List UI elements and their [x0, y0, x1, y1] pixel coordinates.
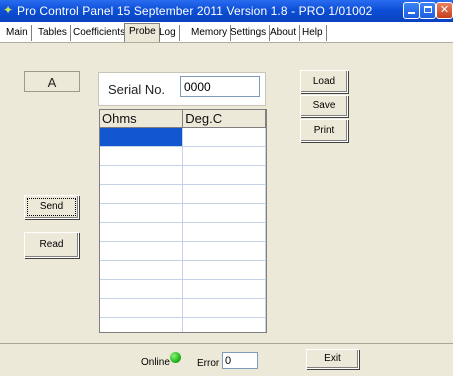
probe-table[interactable]: Ohms Deg.C: [99, 109, 267, 333]
online-indicator-icon: [170, 352, 181, 363]
table-row[interactable]: [100, 279, 266, 299]
tab-main[interactable]: Main: [2, 25, 32, 41]
tab-tables[interactable]: Tables: [34, 25, 71, 41]
minimize-icon: [408, 12, 415, 14]
maximize-button[interactable]: [419, 2, 436, 19]
ohms-cell[interactable]: [100, 298, 184, 318]
ohms-cell[interactable]: [100, 203, 184, 223]
degc-cell[interactable]: [182, 146, 266, 166]
ohms-cell[interactable]: [100, 184, 184, 204]
read-button[interactable]: Read: [24, 232, 79, 258]
ohms-cell[interactable]: [100, 279, 184, 299]
minimize-button[interactable]: [403, 2, 420, 19]
ohms-cell[interactable]: [100, 260, 184, 280]
app-icon: ✦: [3, 3, 14, 17]
serial-input[interactable]: [180, 76, 260, 97]
window-title: Pro Control Panel 15 September 2011 Vers…: [17, 4, 373, 18]
degc-cell[interactable]: [182, 241, 266, 261]
table-row[interactable]: [100, 260, 266, 280]
ohms-cell[interactable]: [100, 165, 184, 185]
title-bar[interactable]: ✦ Pro Control Panel 15 September 2011 Ve…: [0, 0, 453, 22]
channel-label: A: [24, 71, 80, 92]
serial-group: Serial No.: [98, 72, 266, 106]
maximize-icon: [423, 6, 432, 13]
serial-label: Serial No.: [108, 82, 166, 97]
save-button[interactable]: Save: [300, 95, 348, 117]
table-row[interactable]: [100, 222, 266, 242]
close-button[interactable]: ✕: [436, 2, 453, 19]
print-button[interactable]: Print: [300, 119, 348, 142]
tab-help[interactable]: Help: [298, 25, 327, 41]
degc-cell[interactable]: [182, 279, 266, 299]
table-row[interactable]: [100, 203, 266, 223]
exit-button[interactable]: Exit: [306, 349, 359, 369]
table-row[interactable]: [100, 127, 266, 147]
status-divider: [0, 343, 453, 344]
online-label: Online: [141, 357, 170, 368]
ohms-cell[interactable]: [100, 127, 184, 147]
table-row[interactable]: [100, 146, 266, 166]
degc-cell[interactable]: [182, 127, 266, 147]
tab-log[interactable]: Log: [155, 25, 180, 41]
degc-cell[interactable]: [182, 222, 266, 242]
error-label: Error: [197, 358, 220, 369]
ohms-cell[interactable]: [100, 146, 184, 166]
table-header-row: Ohms Deg.C: [100, 110, 266, 128]
degc-cell[interactable]: [182, 203, 266, 223]
table-row[interactable]: [100, 165, 266, 185]
table-row[interactable]: [100, 317, 266, 332]
degc-cell[interactable]: [182, 298, 266, 318]
ohms-cell[interactable]: [100, 241, 184, 261]
column-header-ohms[interactable]: Ohms: [100, 110, 184, 128]
send-button[interactable]: Send: [24, 195, 79, 219]
degc-cell[interactable]: [182, 165, 266, 185]
degc-cell[interactable]: [182, 260, 266, 280]
app-window: ✦ Pro Control Panel 15 September 2011 Ve…: [0, 0, 453, 376]
table-row[interactable]: [100, 184, 266, 204]
tab-settings[interactable]: Settings: [226, 25, 271, 41]
tab-about[interactable]: About: [266, 25, 301, 41]
ohms-cell[interactable]: [100, 317, 184, 332]
ohms-cell[interactable]: [100, 222, 184, 242]
close-icon: ✕: [439, 4, 450, 16]
load-button[interactable]: Load: [300, 70, 348, 93]
degc-cell[interactable]: [182, 184, 266, 204]
degc-cell[interactable]: [182, 317, 266, 332]
table-row[interactable]: [100, 241, 266, 261]
error-field[interactable]: [222, 352, 258, 369]
tab-bar: Main Tables Coefficients Probe Log Memor…: [0, 22, 453, 43]
tab-coefficients[interactable]: Coefficients: [69, 25, 130, 41]
column-header-degc[interactable]: Deg.C: [182, 110, 266, 128]
table-row[interactable]: [100, 298, 266, 318]
tab-memory[interactable]: Memory: [187, 25, 232, 41]
